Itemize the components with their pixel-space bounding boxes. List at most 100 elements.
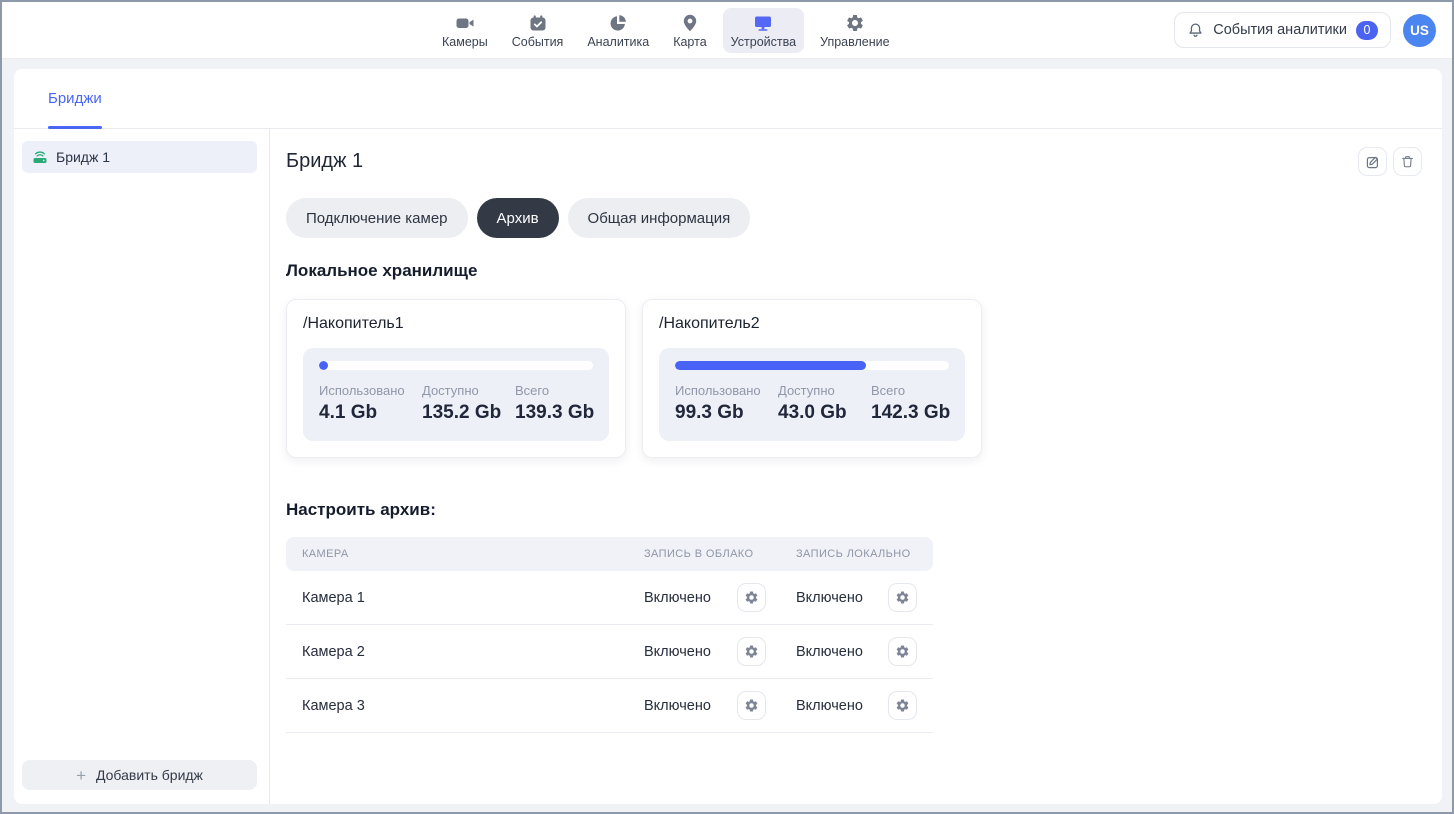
nav-item-label: Управление (820, 35, 890, 49)
table-row-camera-3: Камера 3 Включено Включено (286, 679, 933, 733)
column-cloud-recording: ЗАПИСЬ В ОБЛАКО (644, 548, 796, 560)
total-label: Всего (515, 383, 594, 398)
bridge-tabs: Подключение камер Архив Общая информация (286, 198, 1422, 238)
analytics-events-label: События аналитики (1213, 22, 1347, 38)
events-count-badge: 0 (1356, 21, 1378, 40)
nav-item-label: Камеры (442, 35, 488, 49)
pie-chart-icon (608, 13, 628, 33)
tab-camera-connection[interactable]: Подключение камер (286, 198, 468, 238)
add-bridge-label: Добавить бридж (96, 767, 203, 783)
used-value: 99.3 Gb (675, 402, 778, 424)
avatar[interactable]: US (1403, 14, 1436, 47)
top-navbar: Камеры События Аналитика Карта Устройств… (2, 2, 1452, 59)
nav-item-devices[interactable]: Устройства (723, 8, 804, 53)
trash-icon (1400, 154, 1415, 169)
drive-usage-panel: Использовано 4.1 Gb Доступно 135.2 Gb Вс… (303, 348, 609, 441)
total-value: 139.3 Gb (515, 402, 594, 424)
panel-body: Бридж 1 + Добавить бридж Бридж 1 (14, 129, 1442, 804)
nav-item-cameras[interactable]: Камеры (434, 8, 496, 53)
drive-stats: Использовано 4.1 Gb Доступно 135.2 Gb Вс… (319, 383, 593, 424)
available-label: Доступно (778, 383, 871, 398)
table-row-camera-1: Камера 1 Включено Включено (286, 571, 933, 625)
bridge-router-icon (32, 149, 48, 165)
column-camera: КАМЕРА (286, 548, 644, 560)
nav-item-label: События (512, 35, 564, 49)
bridges-sidebar: Бридж 1 + Добавить бридж (14, 129, 270, 804)
cloud-settings-button[interactable] (737, 583, 766, 612)
map-pin-icon (680, 13, 700, 33)
nav-item-label: Устройства (731, 35, 796, 49)
gear-icon (895, 590, 910, 605)
cloud-recording-status: Включено (644, 590, 711, 606)
main-panel: Бриджи Бридж 1 + Добавить бридж Бридж 1 (14, 69, 1442, 804)
analytics-events-button[interactable]: События аналитики 0 (1174, 12, 1391, 48)
drive-card-2: /Накопитель2 Использовано 99.3 Gb Доступ… (642, 299, 982, 458)
bridge-detail: Бридж 1 Подключение камер (270, 129, 1442, 804)
column-local-recording: ЗАПИСЬ ЛОКАЛЬНО (796, 548, 933, 560)
header-right: События аналитики 0 US (1174, 12, 1436, 48)
edit-bridge-button[interactable] (1358, 147, 1387, 176)
available-value: 135.2 Gb (422, 402, 515, 424)
available-value: 43.0 Gb (778, 402, 871, 424)
cloud-recording-status: Включено (644, 644, 711, 660)
drive-progress-track (675, 361, 949, 370)
cloud-settings-button[interactable] (737, 691, 766, 720)
delete-bridge-button[interactable] (1393, 147, 1422, 176)
nav-item-management[interactable]: Управление (812, 8, 898, 53)
nav-item-events[interactable]: События (504, 8, 572, 53)
used-label: Использовано (319, 383, 422, 398)
gear-icon (744, 698, 759, 713)
page-title: Бридж 1 (286, 150, 363, 173)
used-value: 4.1 Gb (319, 402, 422, 424)
add-bridge-button[interactable]: + Добавить бридж (22, 760, 257, 790)
nav-item-map[interactable]: Карта (665, 8, 714, 53)
bridge-item-label: Бридж 1 (56, 149, 110, 165)
drive-name: /Накопитель1 (303, 315, 609, 333)
local-settings-button[interactable] (888, 691, 917, 720)
calendar-check-icon (528, 13, 548, 33)
total-label: Всего (871, 383, 950, 398)
monitor-icon (753, 13, 773, 33)
drive-progress-track (319, 361, 593, 370)
drive-usage-panel: Использовано 99.3 Gb Доступно 43.0 Gb Вс… (659, 348, 965, 441)
tab-bridges[interactable]: Бриджи (48, 69, 102, 128)
gear-icon (744, 644, 759, 659)
gear-icon (895, 644, 910, 659)
gear-icon (845, 13, 865, 33)
used-label: Использовано (675, 383, 778, 398)
archive-table-header: КАМЕРА ЗАПИСЬ В ОБЛАКО ЗАПИСЬ ЛОКАЛЬНО (286, 537, 933, 571)
tab-general-info[interactable]: Общая информация (568, 198, 751, 238)
drive-name: /Накопитель2 (659, 315, 965, 333)
tab-archive[interactable]: Архив (477, 198, 559, 238)
gear-icon (895, 698, 910, 713)
cloud-settings-button[interactable] (737, 637, 766, 666)
bell-icon (1187, 22, 1204, 39)
storage-cards: /Накопитель1 Использовано 4.1 Gb Доступн… (286, 299, 1422, 458)
nav-item-label: Аналитика (587, 35, 649, 49)
total-value: 142.3 Gb (871, 402, 950, 424)
archive-section-title: Настроить архив: (286, 500, 1422, 520)
camera-name: Камера 3 (286, 698, 644, 714)
camera-name: Камера 2 (286, 644, 644, 660)
edit-pencil-icon (1365, 154, 1381, 170)
local-settings-button[interactable] (888, 637, 917, 666)
archive-table: КАМЕРА ЗАПИСЬ В ОБЛАКО ЗАПИСЬ ЛОКАЛЬНО К… (286, 537, 933, 733)
plus-icon: + (76, 767, 86, 784)
panel-tab-bar: Бриджи (14, 69, 1442, 129)
gear-icon (744, 590, 759, 605)
drive-progress-fill (675, 361, 866, 370)
available-label: Доступно (422, 383, 515, 398)
table-row-camera-2: Камера 2 Включено Включено (286, 625, 933, 679)
local-recording-status: Включено (796, 590, 863, 606)
main-nav: Камеры События Аналитика Карта Устройств… (434, 8, 898, 53)
video-camera-icon (455, 13, 475, 33)
storage-section-title: Локальное хранилище (286, 261, 1422, 281)
camera-name: Камера 1 (286, 590, 644, 606)
local-recording-status: Включено (796, 698, 863, 714)
nav-item-analytics[interactable]: Аналитика (579, 8, 657, 53)
title-row: Бридж 1 (286, 147, 1422, 176)
sidebar-item-bridge-1[interactable]: Бридж 1 (22, 141, 257, 173)
local-settings-button[interactable] (888, 583, 917, 612)
drive-card-1: /Накопитель1 Использовано 4.1 Gb Доступн… (286, 299, 626, 458)
title-actions (1358, 147, 1422, 176)
